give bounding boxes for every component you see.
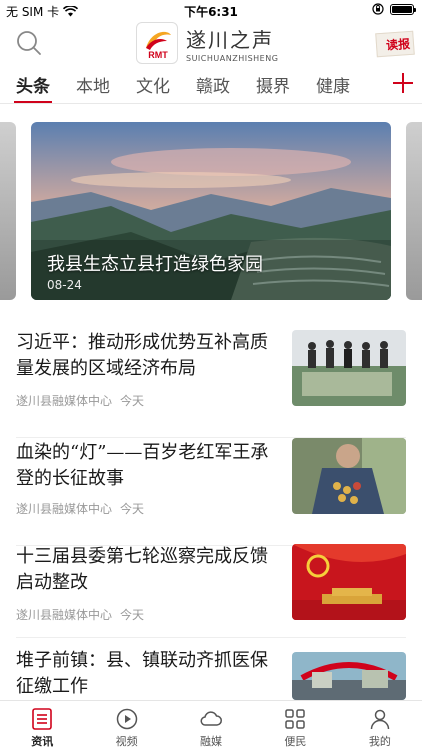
search-button[interactable] <box>14 28 44 58</box>
nav-media-label: 融媒 <box>200 735 223 748</box>
read-newspaper-button[interactable]: 读报 <box>375 30 415 58</box>
news-thumbnail <box>292 652 406 700</box>
nav-video-label: 视频 <box>115 735 138 748</box>
nav-services[interactable]: 便民 <box>253 701 337 750</box>
news-list-icon <box>32 708 53 730</box>
play-circle-icon <box>116 708 137 730</box>
status-time: 下午6:31 <box>184 5 238 19</box>
news-item[interactable]: 十三届县委第七轮巡察完成反馈启动整改 遂川县融媒体中心 今天 <box>16 544 406 638</box>
news-title: 十三届县委第七轮巡察完成反馈启动整改 <box>16 546 268 593</box>
news-meta: 遂川县融媒体中心 今天 <box>16 392 144 409</box>
news-title: 堆子前镇：县、镇联动齐抓医保征缴工作 <box>16 650 268 697</box>
carousel-prev-peek[interactable] <box>0 122 16 300</box>
nav-news[interactable]: 资讯 <box>0 701 84 750</box>
logo-mark-icon: RMT <box>146 31 171 60</box>
news-source: 遂川县融媒体中心 <box>16 394 113 408</box>
orientation-lock-icon <box>372 3 384 15</box>
nav-profile-label: 我的 <box>368 735 391 748</box>
app-logo: RMT <box>136 22 178 64</box>
app-header: RMT 遂川之声 SUICHUANZHISHENG 读报 <box>0 22 422 66</box>
news-meta: 遂川县融媒体中心 今天 <box>16 606 144 623</box>
news-thumbnail <box>292 438 406 514</box>
tab-culture[interactable]: 文化 <box>136 72 170 97</box>
nav-media[interactable]: 融媒 <box>169 701 253 750</box>
user-icon <box>370 709 390 730</box>
cloud-icon <box>200 711 222 726</box>
meeting-photo-image <box>292 330 406 406</box>
news-source: 遂川县融媒体中心 <box>16 502 113 516</box>
nav-profile[interactable]: 我的 <box>338 701 422 750</box>
bottom-tab-bar: 资讯 视频 融媒 便民 我的 <box>0 700 422 750</box>
news-item[interactable]: 血染的“灯”——百岁老红军王承登的长征故事 遂川县融媒体中心 今天 <box>16 438 406 546</box>
search-icon <box>17 31 41 55</box>
tab-jiangxi-politics[interactable]: 赣政 <box>196 72 230 97</box>
tab-headlines[interactable]: 头条 <box>16 72 50 97</box>
tab-local[interactable]: 本地 <box>76 72 110 97</box>
banner-date: 08-24 <box>47 278 82 292</box>
veteran-photo-image <box>292 438 406 514</box>
tab-health[interactable]: 健康 <box>316 72 350 97</box>
carousel-next-peek[interactable] <box>406 122 422 300</box>
category-tabs: 头条 本地 文化 赣政 摄界 健康 <box>0 68 422 104</box>
banner-carousel[interactable]: 我县生态立县打造绿色家园 08-24 <box>31 122 391 300</box>
brand: RMT 遂川之声 SUICHUANZHISHENG <box>136 22 278 64</box>
banner-title: 我县生态立县打造绿色家园 <box>47 254 263 275</box>
grid-icon <box>285 709 306 729</box>
status-bar: 无 SIM 卡 下午6:31 <box>0 0 422 22</box>
news-item[interactable]: 堆子前镇：县、镇联动齐抓医保征缴工作 <box>16 650 406 700</box>
news-thumbnail <box>292 330 406 406</box>
town-event-image <box>292 652 406 700</box>
app-screen: 无 SIM 卡 下午6:31 RMT 遂川之声 SUICHUANZHISHENG… <box>0 0 422 750</box>
battery-icon <box>390 3 416 15</box>
news-meta: 遂川县融媒体中心 今天 <box>16 500 144 517</box>
news-title: 习近平：推动形成优势互补高质量发展的区域经济布局 <box>16 332 268 379</box>
read-newspaper-label: 读报 <box>385 36 411 53</box>
tab-photography[interactable]: 摄界 <box>256 72 290 97</box>
brand-name-pinyin: SUICHUANZHISHENG <box>186 53 279 63</box>
news-title: 血染的“灯”——百岁老红军王承登的长征故事 <box>16 442 269 489</box>
nav-services-label: 便民 <box>284 735 307 748</box>
party-flag-image <box>292 544 406 620</box>
brand-name: 遂川之声 <box>186 27 274 52</box>
svg-text:RMT: RMT <box>148 50 168 60</box>
news-source: 遂川县融媒体中心 <box>16 608 113 622</box>
news-time: 今天 <box>120 394 145 408</box>
add-channel-button[interactable] <box>390 70 416 96</box>
news-time: 今天 <box>120 502 145 516</box>
nav-news-label: 资讯 <box>31 735 54 748</box>
nav-video[interactable]: 视频 <box>84 701 168 750</box>
news-item[interactable]: 习近平：推动形成优势互补高质量发展的区域经济布局 遂川县融媒体中心 今天 <box>16 330 406 438</box>
news-time: 今天 <box>120 608 145 622</box>
news-thumbnail <box>292 544 406 620</box>
active-tab-indicator <box>14 101 52 103</box>
